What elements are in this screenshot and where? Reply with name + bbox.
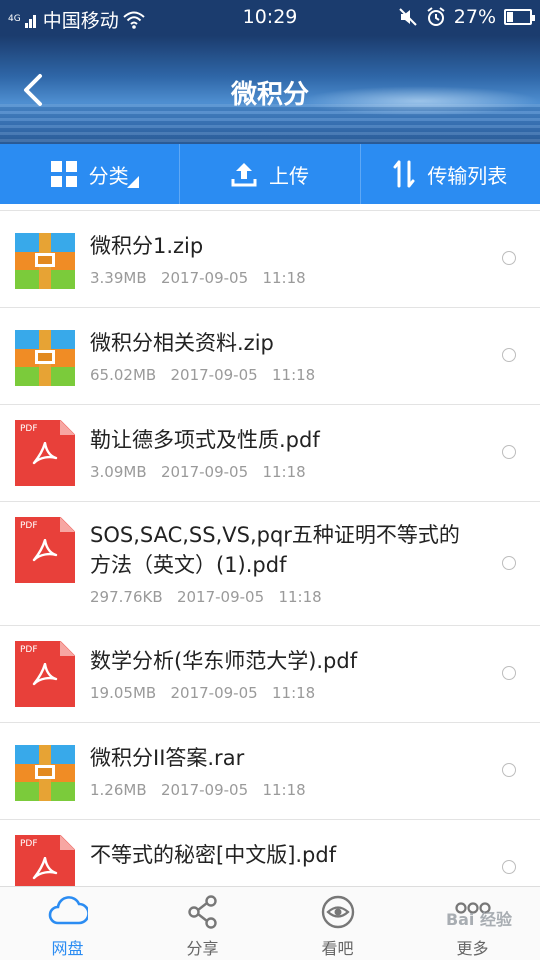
select-radio[interactable] (502, 348, 516, 362)
file-row[interactable]: PDF SOS,SAC,SS,VS,pqr五种证明不等式的方法（英文）(1).p… (0, 502, 540, 626)
file-meta: 19.05MB 2017-09-05 11:18 (90, 684, 315, 702)
header: 微积分 (0, 36, 540, 144)
file-time: 11:18 (262, 463, 306, 481)
zip-file-icon (15, 233, 75, 289)
file-time: 11:18 (278, 588, 322, 606)
battery-icon (504, 9, 535, 25)
tab-share[interactable]: 分享 (135, 887, 270, 960)
eye-icon (321, 895, 354, 929)
file-name: 数学分析(华东师范大学).pdf (90, 649, 358, 673)
grid-icon (50, 161, 77, 187)
share-icon (187, 895, 217, 929)
status-bar: 4G 中国移动 10:29 27% (0, 0, 540, 36)
transfer-list-button[interactable]: 传输列表 (361, 144, 540, 204)
tab-label: 网盘 (51, 939, 84, 958)
file-row[interactable]: PDF 勒让德多项式及性质.pdf 3.09MB 2017-09-05 11:1… (0, 405, 540, 502)
rar-file-icon (15, 745, 75, 801)
toolbar: 分类 上传 传输列表 (0, 144, 540, 204)
tab-label: 更多 (456, 939, 489, 958)
file-name: 不等式的秘密[中文版].pdf (90, 843, 337, 867)
file-date: 2017-09-05 (170, 684, 258, 702)
file-row[interactable]: 微积分1.zip 3.39MB 2017-09-05 11:18 (0, 211, 540, 308)
file-size: 1.26MB (90, 781, 147, 799)
file-size: 3.39MB (90, 269, 147, 287)
file-size: 19.05MB (90, 684, 157, 702)
pdf-file-icon: PDF (15, 641, 75, 707)
transfer-icon (393, 160, 415, 188)
upload-button[interactable]: 上传 (180, 144, 361, 204)
file-meta: 1.26MB 2017-09-05 11:18 (90, 781, 306, 799)
alarm-icon (427, 7, 445, 26)
zip-file-icon (15, 330, 75, 386)
pdf-file-icon: PDF (15, 420, 75, 486)
file-date: 2017-09-05 (160, 269, 249, 287)
file-date: 2017-09-05 (170, 366, 258, 384)
file-row[interactable]: PDF 数学分析(华东师范大学).pdf 19.05MB 2017-09-05 … (0, 626, 540, 723)
file-meta: 3.39MB 2017-09-05 11:18 (90, 269, 306, 287)
file-date: 2017-09-05 (176, 588, 265, 606)
file-name: 微积分1.zip (90, 234, 204, 258)
select-radio[interactable] (502, 666, 516, 680)
category-label: 分类 (88, 163, 129, 188)
select-radio[interactable] (502, 860, 516, 874)
category-button[interactable]: 分类 (0, 144, 181, 204)
acrobat-icon (32, 857, 58, 880)
select-radio[interactable] (502, 556, 516, 570)
acrobat-icon (32, 539, 58, 562)
upload-icon (231, 163, 257, 187)
baidu-watermark: Bai 经验 (445, 910, 512, 929)
file-list: 微积分1.zip 3.39MB 2017-09-05 11:18 微积分相关资料… (0, 210, 540, 886)
file-row[interactable]: 微积分II答案.rar 1.26MB 2017-09-05 11:18 (0, 723, 540, 820)
transfer-list-label: 传输列表 (427, 163, 508, 188)
file-date: 2017-09-05 (160, 463, 249, 481)
file-meta: 297.76KB 2017-09-05 11:18 (90, 588, 322, 606)
dropdown-triangle-icon (127, 176, 139, 188)
file-time: 11:18 (262, 781, 306, 799)
file-size: 3.09MB (90, 463, 147, 481)
upload-label: 上传 (268, 163, 309, 188)
select-radio[interactable] (502, 763, 516, 777)
battery-percent: 27% (453, 6, 496, 28)
acrobat-icon (32, 442, 58, 465)
file-time: 11:18 (272, 684, 316, 702)
acrobat-icon (32, 663, 58, 686)
file-meta: 3.09MB 2017-09-05 11:18 (90, 463, 306, 481)
file-date: 2017-09-05 (160, 781, 249, 799)
tab-label: 看吧 (321, 939, 354, 958)
file-row[interactable]: PDF 不等式的秘密[中文版].pdf (0, 820, 540, 886)
mute-icon (399, 8, 417, 26)
file-row[interactable]: 微积分相关资料.zip 65.02MB 2017-09-05 11:18 (0, 308, 540, 405)
file-size: 297.76KB (90, 588, 163, 606)
pdf-file-icon: PDF (15, 517, 75, 583)
select-radio[interactable] (502, 251, 516, 265)
file-meta: 65.02MB 2017-09-05 11:18 (90, 366, 315, 384)
file-name: SOS,SAC,SS,VS,pqr五种证明不等式的方法（英文）(1).pdf (90, 523, 460, 577)
file-name: 微积分相关资料.zip (90, 331, 274, 355)
select-radio[interactable] (502, 445, 516, 459)
page-title: 微积分 (230, 80, 309, 110)
file-time: 11:18 (272, 366, 316, 384)
file-time: 11:18 (262, 269, 306, 287)
file-name: 微积分II答案.rar (90, 746, 245, 770)
pdf-file-icon: PDF (15, 835, 75, 886)
tab-label: 分享 (186, 939, 219, 958)
cloud-icon (48, 896, 88, 925)
file-name: 勒让德多项式及性质.pdf (90, 428, 320, 452)
tab-watch[interactable]: 看吧 (270, 887, 405, 960)
file-size: 65.02MB (90, 366, 157, 384)
tab-netdisk[interactable]: 网盘 (0, 887, 135, 960)
